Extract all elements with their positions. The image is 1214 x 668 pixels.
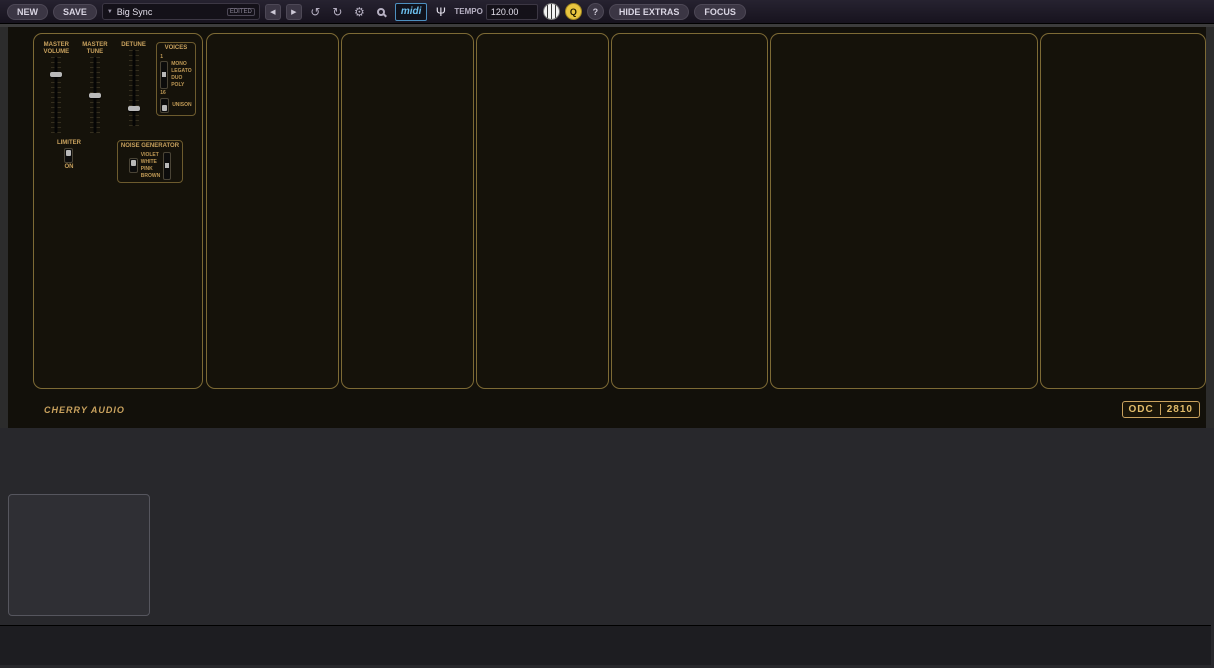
prev-preset-button[interactable]: ◀ bbox=[265, 4, 281, 20]
section-sample-hold bbox=[611, 33, 768, 389]
help-button[interactable]: ? bbox=[587, 3, 604, 20]
switch-nub bbox=[162, 105, 167, 111]
noise-generator-label: NOISE GENERATOR bbox=[121, 143, 179, 150]
voices-box: VOICES 1 16 MONOLEGATODUOPOLY UNISON bbox=[156, 42, 195, 116]
next-preset-button[interactable]: ▶ bbox=[286, 4, 302, 20]
redo-icon[interactable]: ↻ bbox=[329, 3, 346, 21]
detune-label: DETUNE bbox=[121, 42, 146, 49]
voices-min: 1 bbox=[160, 54, 168, 60]
settings-gear-icon[interactable]: ⚙ bbox=[351, 3, 368, 21]
slider-detune[interactable] bbox=[127, 50, 141, 126]
preset-dropdown-icon: ▼ bbox=[107, 9, 113, 15]
noise-brown: BROWN bbox=[141, 173, 160, 179]
tuning-fork-icon[interactable]: Ψ bbox=[432, 3, 449, 21]
noise-white: WHITE bbox=[141, 159, 160, 165]
ctrl-master-volume: MASTER VOLUME bbox=[40, 42, 72, 133]
section-filter-amp bbox=[770, 33, 1038, 389]
noise-generator-box: NOISE GENERATOR VIOLETWHITEPINKBROWN bbox=[117, 140, 183, 183]
toolbar: NEW SAVE ▼ Big Sync EDITED ◀ ▶ ↺ ↻ ⚙ mid… bbox=[0, 0, 1214, 24]
section-vco-2 bbox=[341, 33, 474, 389]
slider-master-volume[interactable] bbox=[49, 57, 63, 133]
noise-pink: PINK bbox=[141, 166, 160, 172]
voice-mode-poly: POLY bbox=[171, 82, 191, 88]
noise-violet: VIOLET bbox=[141, 152, 160, 158]
switch-nub bbox=[131, 160, 136, 166]
slider-master-tune[interactable] bbox=[88, 57, 102, 133]
brand-logo: CHERRY AUDIO bbox=[44, 405, 125, 415]
model-badge: ODC 2810 bbox=[1122, 401, 1200, 418]
panel-footer: CHERRY AUDIO ODC 2810 bbox=[0, 393, 1214, 431]
section-vco-1 bbox=[206, 33, 339, 389]
slider-track bbox=[55, 57, 58, 133]
focus-button[interactable]: FOCUS bbox=[694, 4, 746, 20]
model-prefix: ODC bbox=[1129, 404, 1154, 415]
fx-strips bbox=[204, 625, 1211, 665]
edited-badge: EDITED bbox=[227, 8, 255, 16]
limiter-state: ON bbox=[64, 164, 73, 171]
noise-level-slider[interactable] bbox=[163, 152, 171, 180]
noise-type-switch[interactable] bbox=[129, 158, 138, 173]
limiter-control: LIMITER ON bbox=[53, 140, 85, 171]
master-volume-label: MASTER VOLUME bbox=[40, 42, 72, 56]
fx-units bbox=[204, 434, 1211, 620]
synth-panel: MASTER VOLUME MASTER TUNE DETUNE VOICES 1 16 M… bbox=[0, 24, 1214, 428]
limiter-label: LIMITER bbox=[57, 140, 81, 147]
unison-switch[interactable] bbox=[160, 98, 169, 113]
section-vco-3 bbox=[476, 33, 609, 389]
preset-name: Big Sync bbox=[117, 7, 153, 17]
ctrl-master-tune: MASTER TUNE bbox=[79, 42, 111, 133]
tempo-label: TEMPO bbox=[454, 7, 482, 16]
tempo-value-field[interactable]: 120.00 bbox=[486, 4, 538, 20]
slider-track bbox=[132, 50, 135, 126]
qwerty-keys-button[interactable]: Q bbox=[565, 3, 582, 20]
slider-thumb[interactable] bbox=[50, 72, 62, 77]
voice-mode-mono: MONO bbox=[171, 61, 191, 67]
voice-mode-legato: LEGATO bbox=[171, 68, 191, 74]
voices-slider-nub[interactable] bbox=[162, 72, 166, 77]
zoom-icon[interactable] bbox=[373, 3, 390, 21]
effects-rack bbox=[0, 428, 1214, 668]
voices-label: VOICES bbox=[165, 45, 188, 52]
voices-slider[interactable] bbox=[160, 61, 168, 89]
master-tune-label: MASTER TUNE bbox=[79, 42, 111, 56]
noise-level-nub[interactable] bbox=[165, 163, 169, 168]
preset-selector[interactable]: ▼ Big Sync EDITED bbox=[102, 3, 260, 20]
undo-icon[interactable]: ↺ bbox=[307, 3, 324, 21]
model-number: 2810 bbox=[1160, 404, 1193, 415]
voices-max: 16 bbox=[160, 90, 168, 96]
hide-extras-button[interactable]: HIDE EXTRAS bbox=[609, 4, 690, 20]
effect-modulator-panel bbox=[8, 494, 150, 616]
tempo-control: TEMPO 120.00 bbox=[454, 4, 537, 20]
ctrl-detune: DETUNE bbox=[118, 42, 150, 126]
limiter-switch[interactable] bbox=[64, 148, 73, 163]
switch-nub bbox=[66, 150, 71, 156]
app-window: NEW SAVE ▼ Big Sync EDITED ◀ ▶ ↺ ↻ ⚙ mid… bbox=[0, 0, 1214, 668]
midi-button[interactable]: midi bbox=[395, 3, 428, 21]
section-master: MASTER VOLUME MASTER TUNE DETUNE VOICES 1 16 M… bbox=[33, 33, 203, 389]
slider-thumb[interactable] bbox=[89, 93, 101, 98]
slider-thumb[interactable] bbox=[128, 106, 140, 111]
unison-label: UNISON bbox=[172, 102, 191, 108]
new-button[interactable]: NEW bbox=[7, 4, 48, 20]
voice-mode-duo: DUO bbox=[171, 75, 191, 81]
fx-master-controls bbox=[0, 625, 204, 665]
save-button[interactable]: SAVE bbox=[53, 4, 97, 20]
keyboard-icon[interactable] bbox=[543, 3, 560, 20]
section-envelopes bbox=[1040, 33, 1206, 389]
magnifier-glyph bbox=[377, 8, 385, 16]
